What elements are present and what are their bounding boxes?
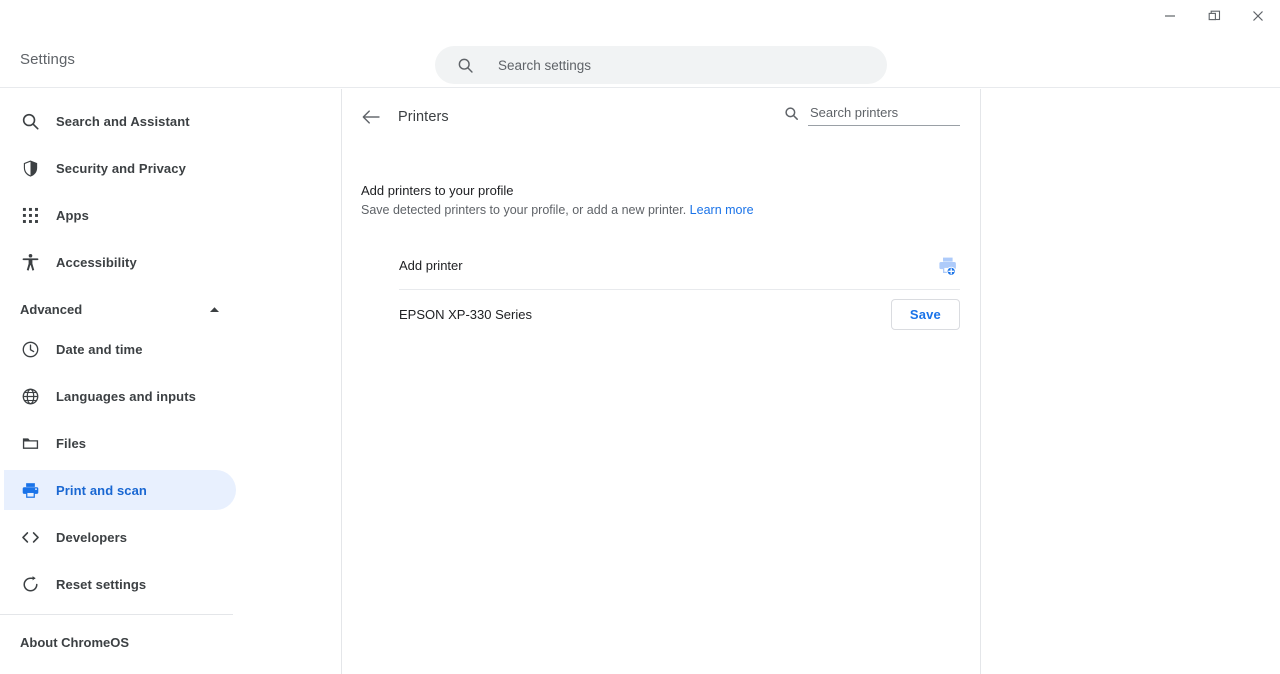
- sidebar-item-label: Apps: [56, 207, 89, 223]
- sidebar-item-accessibility[interactable]: Accessibility: [4, 242, 236, 282]
- sidebar-item-print-and-scan[interactable]: Print and scan: [4, 470, 236, 510]
- sidebar-item-search-and-assistant[interactable]: Search and Assistant: [4, 101, 236, 141]
- printer-name: EPSON XP-330 Series: [399, 306, 532, 322]
- printer-search-input[interactable]: [808, 104, 964, 121]
- page-header: Printers: [343, 89, 980, 145]
- learn-more-link[interactable]: Learn more: [690, 203, 754, 217]
- clock-icon: [18, 337, 42, 361]
- section-title: Add printers to your profile: [361, 183, 514, 198]
- app-title: Settings: [20, 51, 75, 68]
- sidebar-item-reset-settings[interactable]: Reset settings: [4, 564, 236, 604]
- printers-page: Printers Add printers to your profile Sa…: [343, 89, 981, 674]
- settings-sidebar: Search and Assistant Security and Privac…: [0, 89, 342, 674]
- add-printer-icon[interactable]: [936, 254, 960, 278]
- sidebar-item-label: Reset settings: [56, 576, 147, 592]
- minimize-button[interactable]: [1148, 0, 1192, 32]
- printer-search-field[interactable]: [808, 104, 964, 126]
- sidebar-item-security-and-privacy[interactable]: Security and Privacy: [4, 148, 236, 188]
- globe-icon: [18, 384, 42, 408]
- sidebar-item-label: Developers: [56, 529, 128, 545]
- chevron-up-icon[interactable]: [209, 306, 220, 313]
- sidebar-item-label: Print and scan: [56, 482, 147, 498]
- table-row: EPSON XP-330 Series Save: [399, 290, 960, 338]
- grid-apps-icon: [18, 203, 42, 227]
- sidebar-item-label: Security and Privacy: [56, 160, 186, 176]
- window-title-bar: [0, 0, 1280, 32]
- sidebar-item-label: About ChromeOS: [20, 634, 130, 650]
- printer-icon: [18, 478, 42, 502]
- sidebar-item-apps[interactable]: Apps: [4, 195, 236, 235]
- advanced-label: Advanced: [20, 301, 83, 317]
- arrow-left-icon[interactable]: [360, 106, 382, 128]
- sidebar-item-files[interactable]: Files: [4, 423, 236, 463]
- sidebar-item-label: Accessibility: [56, 254, 137, 270]
- sidebar-item-developers[interactable]: Developers: [4, 517, 236, 557]
- settings-search-box[interactable]: [435, 46, 887, 84]
- accessibility-icon: [18, 250, 42, 274]
- settings-toolbar: Settings: [0, 32, 1280, 88]
- printer-row-action: Save: [890, 298, 960, 330]
- sidebar-divider: [0, 614, 233, 615]
- save-button[interactable]: Save: [890, 298, 960, 330]
- printer-rows: Add printer EPSON XP-330 Series Save: [343, 242, 980, 338]
- add-printer-row[interactable]: Add printer: [399, 242, 960, 290]
- shield-icon: [18, 156, 42, 180]
- sidebar-item-label: Search and Assistant: [56, 113, 190, 129]
- search-icon: [457, 57, 474, 74]
- sidebar-item-languages-and-inputs[interactable]: Languages and inputs: [4, 376, 236, 416]
- sidebar-advanced-header[interactable]: Advanced: [4, 289, 236, 329]
- printer-search-box[interactable]: [784, 104, 964, 126]
- add-printer-action[interactable]: [936, 254, 960, 278]
- search-input[interactable]: [496, 56, 860, 74]
- page-title: Printers: [398, 109, 449, 125]
- sidebar-item-label: Languages and inputs: [56, 388, 196, 404]
- sidebar-item-label: Date and time: [56, 341, 143, 357]
- search-icon: [784, 106, 799, 126]
- folder-icon: [18, 431, 42, 455]
- restore-button[interactable]: [1192, 0, 1236, 32]
- search-icon: [18, 109, 42, 133]
- section-subtitle-text: Save detected printers to your profile, …: [361, 203, 687, 217]
- sidebar-item-date-and-time[interactable]: Date and time: [4, 329, 236, 369]
- sidebar-item-about-chromeos[interactable]: About ChromeOS: [4, 622, 236, 662]
- code-icon: [18, 525, 42, 549]
- restore-icon: [18, 572, 42, 596]
- add-printer-label: Add printer: [399, 258, 463, 273]
- add-printers-section: Add printers to your profile Save detect…: [361, 183, 980, 217]
- section-subtitle: Save detected printers to your profile, …: [361, 203, 980, 217]
- sidebar-item-label: Files: [56, 435, 87, 451]
- close-button[interactable]: [1236, 0, 1280, 32]
